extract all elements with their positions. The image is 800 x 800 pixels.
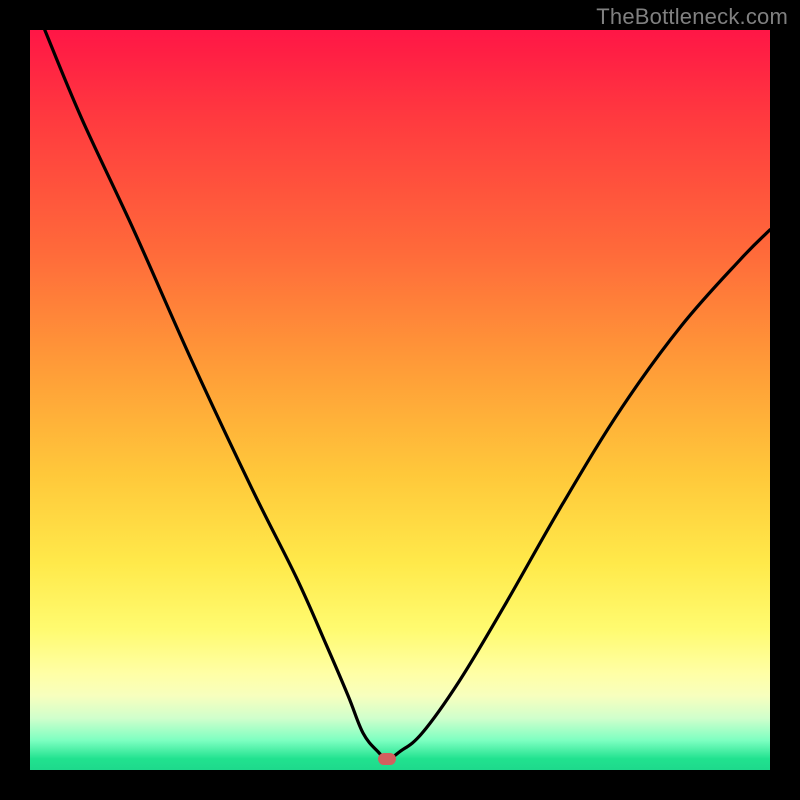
bottleneck-curve bbox=[30, 30, 770, 770]
plot-area bbox=[30, 30, 770, 770]
watermark-text: TheBottleneck.com bbox=[596, 4, 788, 30]
chart-frame: TheBottleneck.com bbox=[0, 0, 800, 800]
minimum-marker bbox=[378, 753, 396, 765]
